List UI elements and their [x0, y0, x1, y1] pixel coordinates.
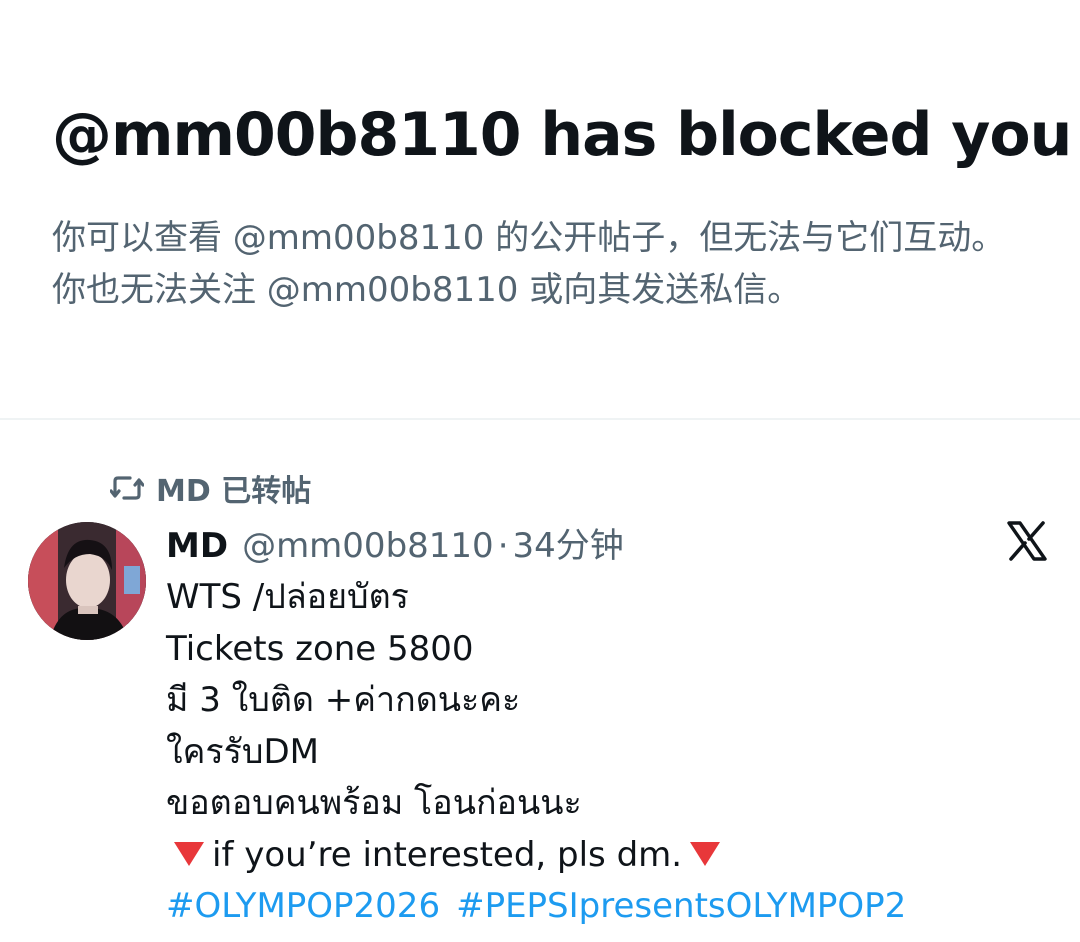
- blocked-title: @mm00b8110 has blocked you: [52, 100, 1072, 170]
- author-handle[interactable]: @mm00b8110: [242, 526, 494, 566]
- tweet-line: ขอตอบคนพร้อม โอนก่อนนะ: [166, 783, 582, 823]
- author-name[interactable]: MD: [166, 526, 228, 566]
- hashtag-row: #OLYMPOP2026 #PEPSIpresentsOLYMPOP2: [166, 881, 1066, 933]
- tweet-line: Tickets zone 5800: [166, 628, 474, 669]
- retweet-label: MD 已转帖: [156, 474, 312, 509]
- tweet-body: WTS /ปล่อยบัตร Tickets zone 5800 มี 3 ใบ…: [166, 572, 1066, 933]
- hashtag-link[interactable]: #PEPSIpresentsOLYMPOP2: [456, 886, 906, 926]
- tweet-header: MD @mm00b8110 · 34分钟: [166, 518, 624, 567]
- red-triangle-down-icon: [174, 842, 204, 866]
- separator-dot: ·: [497, 526, 509, 566]
- tweet-interest-line: if you’re interested, pls dm.: [166, 830, 1066, 882]
- interest-text: if you’re interested, pls dm.: [212, 834, 683, 875]
- tweet-line: มี 3 ใบติด +ค่ากดนะคะ: [166, 680, 521, 720]
- x-logo-icon: [1006, 520, 1048, 562]
- hashtag-link[interactable]: #OLYMPOP2026: [166, 886, 440, 926]
- tweet-line: ใครรับDM: [166, 731, 319, 772]
- divider: [0, 418, 1080, 420]
- blocked-notice: @mm00b8110 has blocked you 你可以查看 @mm00b8…: [0, 0, 1080, 418]
- avatar[interactable]: [28, 522, 146, 640]
- tweet-line: WTS /ปล่อยบัตร: [166, 577, 409, 617]
- red-triangle-down-icon: [690, 842, 721, 866]
- tweet-timestamp[interactable]: 34分钟: [513, 518, 624, 567]
- blocked-description: 你可以查看 @mm00b8110 的公开帖子，但无法与它们互动。你也无法关注 @…: [52, 218, 1006, 310]
- retweet-icon: [110, 473, 144, 503]
- retweet-indicator[interactable]: MD 已转帖: [110, 466, 311, 510]
